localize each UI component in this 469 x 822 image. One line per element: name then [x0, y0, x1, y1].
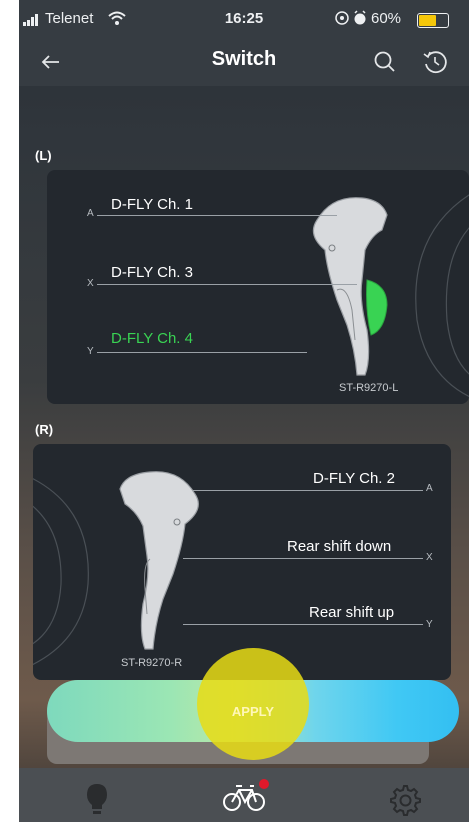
- lightbulb-icon[interactable]: [67, 774, 127, 818]
- left-button-y-label: D-FLY Ch. 4: [111, 330, 193, 347]
- battery-percent: 60%: [371, 10, 402, 27]
- right-button-a-label: D-FLY Ch. 2: [313, 470, 395, 487]
- right-model-name: ST-R9270-R: [121, 657, 183, 669]
- apply-button-label: APPLY: [231, 704, 275, 719]
- history-icon[interactable]: [419, 46, 451, 78]
- gear-icon[interactable]: [374, 774, 434, 818]
- status-time: 16:25: [224, 10, 264, 27]
- app-screen: Telenet 16:25 60% Switch (L) A D-FLY Ch.…: [19, 0, 469, 822]
- tab-bar: [19, 768, 469, 822]
- right-section-label: (R): [35, 422, 54, 437]
- left-lever-card: A D-FLY Ch. 1 X D-FLY Ch. 3 Y D-FLY Ch. …: [47, 170, 469, 404]
- left-button-a-letter: A: [87, 208, 94, 219]
- right-button-a-letter: A: [426, 483, 433, 494]
- left-button-y-letter: Y: [87, 346, 94, 357]
- right-lever-card: D-FLY Ch. 2 A Rear shift down X Rear shi…: [33, 444, 451, 680]
- status-bar: Telenet 16:25 60%: [19, 0, 469, 40]
- page-title: Switch: [211, 48, 277, 70]
- search-icon[interactable]: [369, 46, 401, 78]
- right-button-y-label: Rear shift up: [309, 604, 395, 621]
- left-button-x-label: D-FLY Ch. 3: [111, 264, 193, 281]
- navigation-bar: Switch: [19, 40, 469, 86]
- left-button-a-label: D-FLY Ch. 1: [111, 196, 193, 213]
- bicycle-icon[interactable]: [214, 774, 274, 818]
- right-button-x-label: Rear shift down: [287, 538, 392, 555]
- left-section-label: (L): [35, 148, 52, 163]
- alarm-icon: [354, 10, 366, 25]
- battery-icon: [417, 13, 449, 28]
- notification-badge: [259, 779, 269, 789]
- location-lock-icon: [335, 11, 349, 25]
- right-button-y-letter: Y: [426, 619, 433, 630]
- right-button-x-letter: X: [426, 552, 433, 563]
- right-lever-image: [119, 471, 199, 650]
- left-button-x-letter: X: [87, 278, 94, 289]
- left-model-name: ST-R9270-L: [339, 382, 399, 394]
